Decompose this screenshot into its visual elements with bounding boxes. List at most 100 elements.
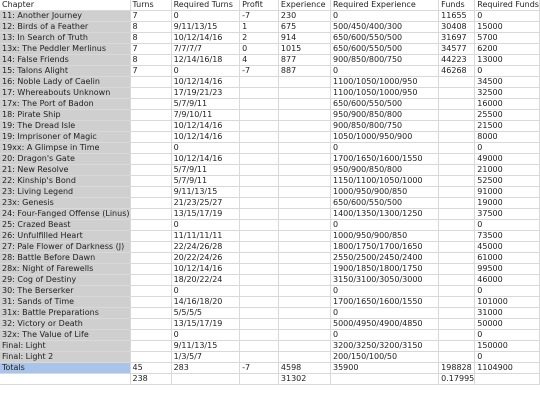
header-required-funds[interactable]: Required Funds [474,0,540,11]
cell-turns[interactable] [130,307,172,319]
cell-required-turns[interactable]: 7/7/7/7 [171,43,241,55]
cell-funds[interactable] [438,208,476,220]
cell-profit[interactable] [239,208,279,220]
cell-turns[interactable]: 8 [130,32,172,44]
cell-required-turns[interactable]: 0 [171,65,241,77]
cell-chapter[interactable]: 17x: The Port of Badon [0,98,131,110]
cell-experience[interactable]: 31302 [278,373,331,385]
cell-required-experience[interactable]: 0 [330,10,440,22]
cell-required-funds[interactable]: 37500 [474,208,540,220]
cell-required-funds[interactable]: 52500 [474,175,540,187]
cell-required-turns[interactable]: 10/12/14/16 [171,32,241,44]
header-chapter[interactable]: Chapter [0,0,131,11]
cell-experience[interactable]: 230 [278,10,331,22]
cell-required-experience[interactable]: 0 [330,307,440,319]
cell-experience[interactable] [278,164,331,176]
cell-turns[interactable] [130,230,172,242]
cell-experience[interactable]: 877 [278,54,331,66]
cell-required-experience[interactable]: 1150/1100/1050/1000 [330,175,440,187]
cell-turns[interactable] [130,340,172,352]
cell-required-funds[interactable]: 45000 [474,241,540,253]
header-required-turns[interactable]: Required Turns [171,0,241,11]
cell-profit[interactable] [239,219,279,231]
cell-required-experience[interactable]: 650/600/550/500 [330,43,440,55]
cell-funds[interactable]: 30408 [438,21,476,33]
cell-profit[interactable] [239,186,279,198]
cell-profit[interactable] [239,142,279,154]
cell-required-turns[interactable]: 0 [171,285,241,297]
cell-required-turns[interactable]: 18/20/22/24 [171,274,241,286]
cell-required-experience[interactable]: 1400/1350/1300/1250 [330,208,440,220]
cell-required-turns[interactable]: 9/11/13/15 [171,186,241,198]
cell-required-turns[interactable]: 5/7/9/11 [171,98,241,110]
cell-profit[interactable] [239,351,279,363]
cell-required-funds[interactable]: 50000 [474,318,540,330]
cell-turns[interactable] [130,87,172,99]
cell-funds[interactable] [438,219,476,231]
cell-experience[interactable] [278,340,331,352]
cell-chapter[interactable]: 14: False Friends [0,54,131,66]
cell-required-experience[interactable]: 950/900/850/800 [330,164,440,176]
cell-profit[interactable] [239,241,279,253]
cell-funds[interactable] [438,230,476,242]
cell-funds[interactable] [438,120,476,132]
cell-turns[interactable]: 45 [130,362,172,374]
cell-profit[interactable] [239,263,279,275]
cell-required-experience[interactable]: 200/150/100/50 [330,351,440,363]
cell-required-funds[interactable]: 32500 [474,87,540,99]
cell-turns[interactable] [130,241,172,253]
cell-required-turns[interactable]: 0 [171,10,241,22]
cell-required-funds[interactable]: 73500 [474,230,540,242]
cell-turns[interactable] [130,318,172,330]
cell-chapter[interactable]: 12: Birds of a Feather [0,21,131,33]
cell-profit[interactable]: -7 [239,65,279,77]
cell-chapter[interactable]: 19: The Dread Isle [0,120,131,132]
cell-required-turns[interactable]: 13/15/17/19 [171,208,241,220]
cell-chapter[interactable]: 32x: The Value of Life [0,329,131,341]
cell-required-turns[interactable]: 0 [171,219,241,231]
cell-turns[interactable] [130,285,172,297]
cell-required-funds[interactable] [474,373,540,385]
cell-required-turns[interactable]: 21/23/25/27 [171,197,241,209]
cell-required-experience[interactable]: 900/850/800/750 [330,120,440,132]
cell-turns[interactable] [130,219,172,231]
cell-required-experience[interactable]: 500/450/400/300 [330,21,440,33]
cell-required-turns[interactable]: 10/12/14/16 [171,120,241,132]
cell-required-experience[interactable]: 650/600/550/500 [330,197,440,209]
cell-chapter[interactable]: 28x: Night of Farewells [0,263,131,275]
cell-required-funds[interactable]: 13000 [474,54,540,66]
cell-turns[interactable]: 8 [130,54,172,66]
cell-profit[interactable] [239,340,279,352]
cell-required-experience[interactable]: 1700/1650/1600/1550 [330,153,440,165]
cell-required-funds[interactable]: 5700 [474,32,540,44]
header-profit[interactable]: Profit [239,0,279,11]
header-turns[interactable]: Turns [130,0,172,11]
cell-required-funds[interactable]: 16000 [474,98,540,110]
cell-funds[interactable] [438,274,476,286]
cell-required-experience[interactable]: 0 [330,219,440,231]
cell-chapter[interactable]: 18: Pirate Ship [0,109,131,121]
cell-turns[interactable] [130,186,172,198]
cell-experience[interactable] [278,230,331,242]
cell-chapter[interactable]: 23: Living Legend [0,186,131,198]
cell-required-experience[interactable]: 1700/1650/1600/1550 [330,296,440,308]
cell-experience[interactable] [278,219,331,231]
cell-chapter[interactable]: Totals [0,362,131,374]
header-required-experience[interactable]: Required Experience [330,0,440,11]
cell-funds[interactable] [438,296,476,308]
cell-funds[interactable]: 44223 [438,54,476,66]
cell-required-funds[interactable]: 61000 [474,252,540,264]
cell-required-turns[interactable]: 10/12/14/16 [171,76,241,88]
cell-required-funds[interactable]: 21000 [474,164,540,176]
cell-required-turns[interactable] [171,373,241,385]
cell-experience[interactable] [278,263,331,275]
cell-experience[interactable]: 914 [278,32,331,44]
cell-experience[interactable] [278,87,331,99]
cell-turns[interactable] [130,274,172,286]
cell-chapter[interactable]: 22: Kinship's Bond [0,175,131,187]
cell-experience[interactable]: 1015 [278,43,331,55]
cell-required-funds[interactable]: 19000 [474,197,540,209]
cell-turns[interactable] [130,120,172,132]
cell-profit[interactable] [239,98,279,110]
cell-required-funds[interactable]: 49000 [474,153,540,165]
